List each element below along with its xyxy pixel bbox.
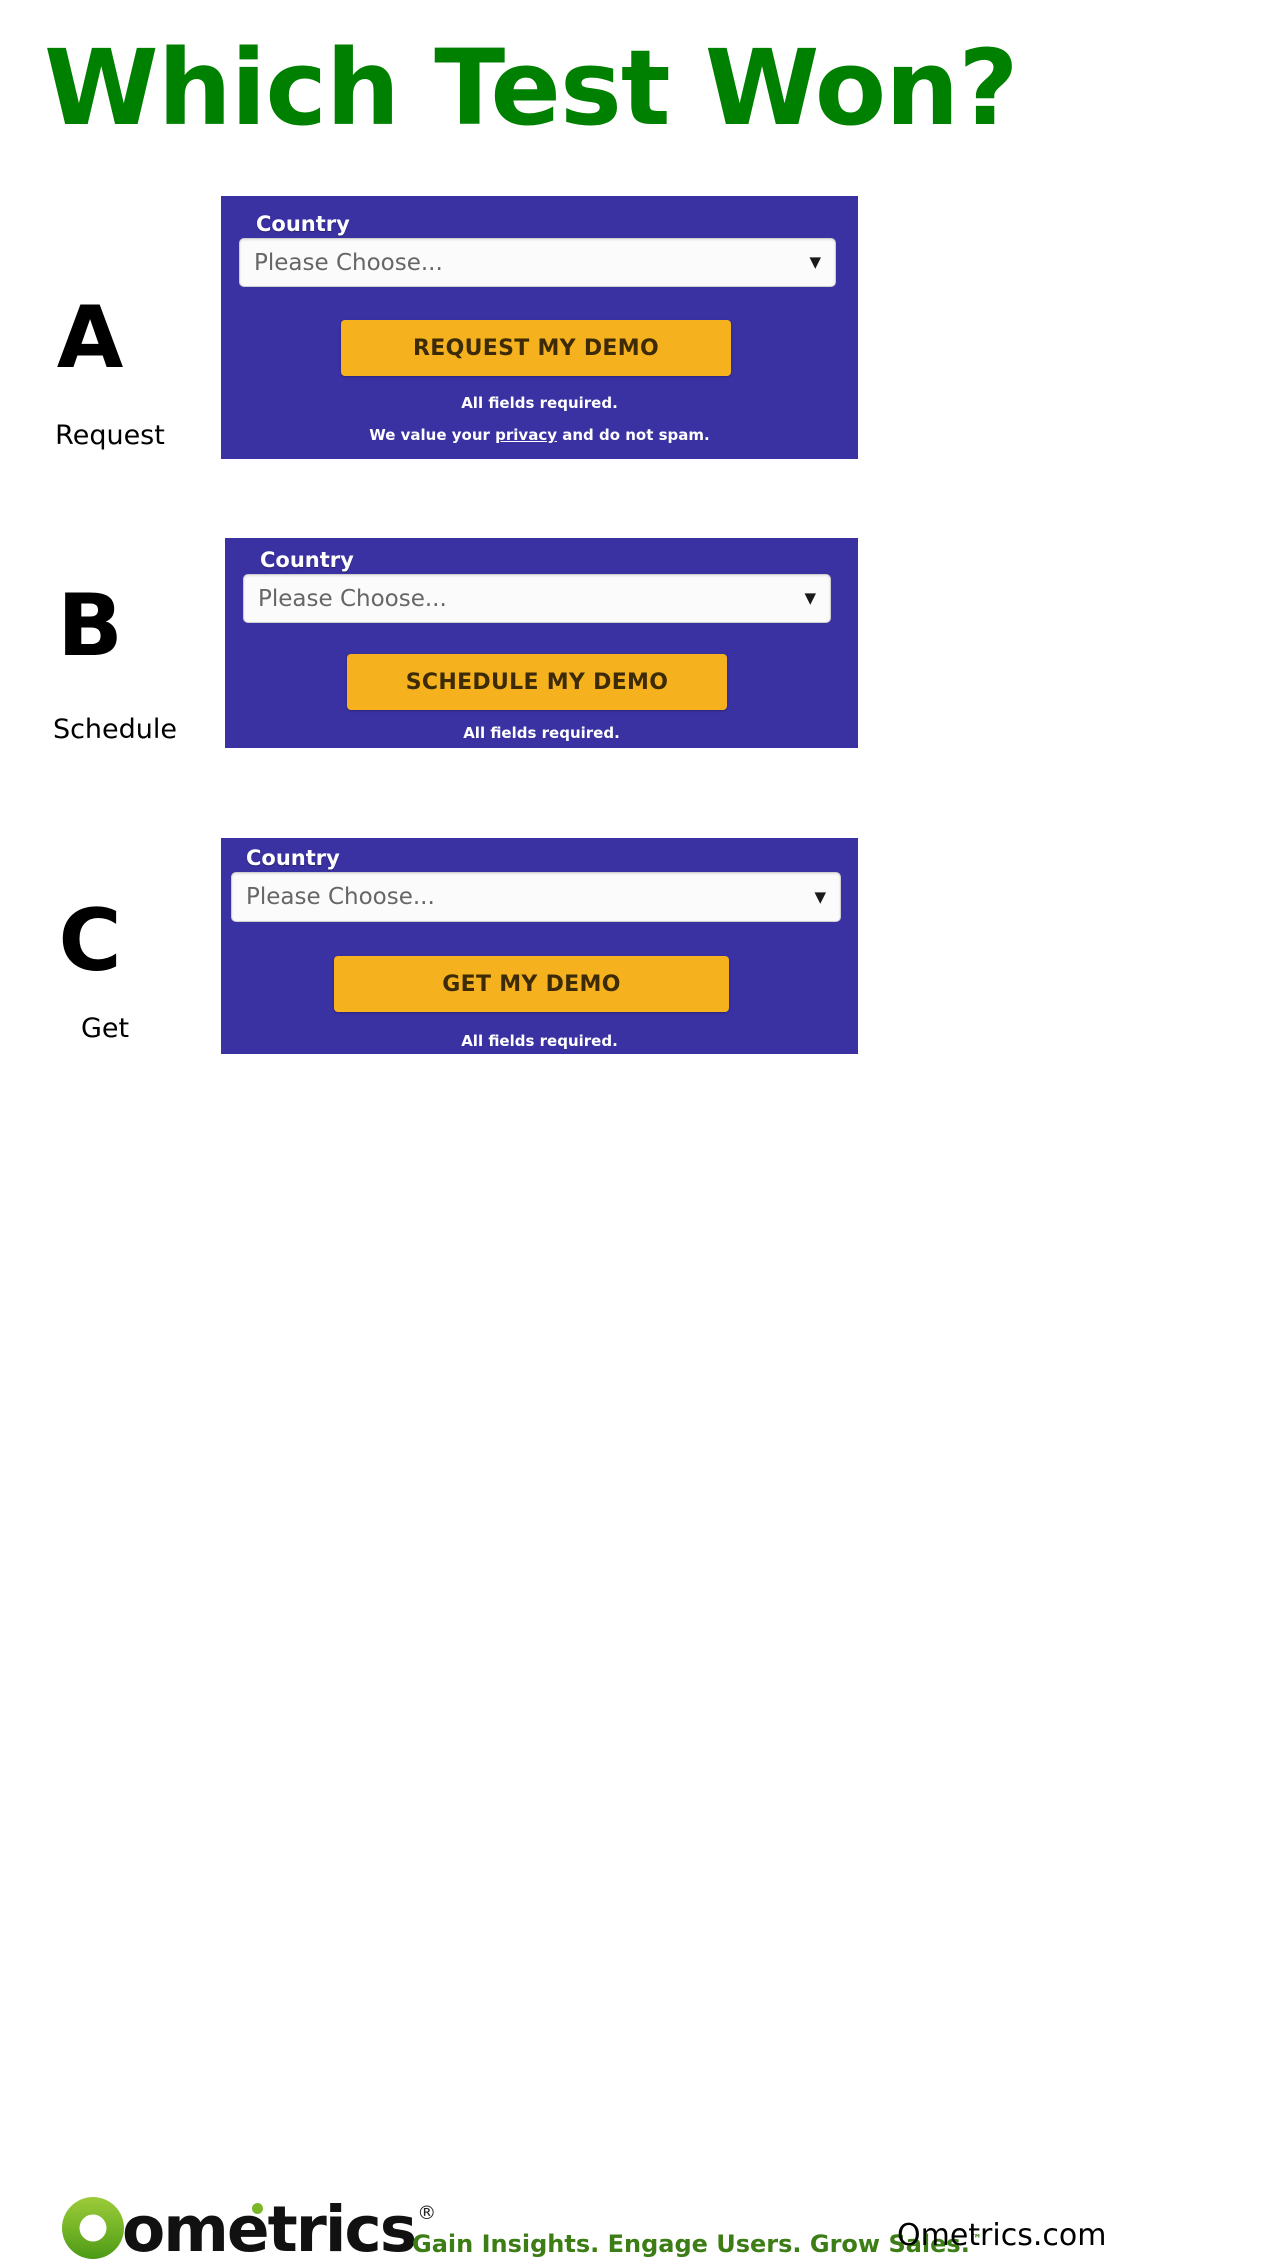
privacy-note-prefix: We value your (369, 426, 496, 444)
ometrics-logo: ometrics ® (62, 2190, 436, 2266)
ometrics-logo-text: ometrics (122, 2198, 417, 2261)
get-my-demo-button[interactable]: GET MY DEMO (334, 956, 729, 1012)
request-my-demo-button[interactable]: REQUEST MY DEMO (341, 320, 731, 376)
chevron-down-icon: ▼ (809, 253, 821, 271)
country-select-value: Please Choose... (246, 884, 435, 910)
ometrics-o-ring-icon (62, 2197, 124, 2259)
variant-b-required-note: All fields required. (463, 724, 620, 742)
ometrics-logo-word: ometrics (122, 2193, 417, 2266)
country-select-value: Please Choose... (258, 585, 447, 612)
privacy-link[interactable]: privacy (495, 426, 557, 444)
footer: ometrics ® Gain Insights. Engage Users. … (0, 1090, 1280, 2261)
variant-c-required-note: All fields required. (461, 1032, 618, 1050)
registered-trademark-icon: ® (417, 2202, 437, 2224)
country-select[interactable]: Please Choose... ▼ (231, 872, 841, 922)
variant-b-form-card: Country Please Choose... ▼ SCHEDULE MY D… (225, 538, 858, 748)
variant-a-required-note: All fields required. (461, 394, 618, 412)
privacy-note-suffix: and do not spam. (557, 426, 710, 444)
variant-a-letter: A (56, 288, 124, 388)
country-label: Country (246, 846, 340, 870)
chevron-down-icon: ▼ (814, 887, 826, 906)
tagline-text: Gain Insights. Engage Users. Grow Sales. (412, 2230, 970, 2258)
chevron-down-icon: ▼ (804, 589, 816, 607)
page-title: Which Test Won? (44, 27, 1019, 149)
variant-a-word: Request (55, 420, 165, 451)
country-select-value: Please Choose... (254, 249, 443, 276)
country-label: Country (256, 212, 350, 236)
variant-c-letter: C (58, 891, 122, 991)
site-url: Ometrics.com (897, 2218, 1107, 2253)
variant-b-word: Schedule (52, 714, 178, 745)
variant-a-privacy-note: We value your privacy and do not spam. (221, 428, 858, 443)
country-label: Country (260, 548, 354, 572)
schedule-my-demo-button[interactable]: SCHEDULE MY DEMO (347, 654, 727, 710)
variant-b-letter: B (57, 576, 123, 676)
country-select[interactable]: Please Choose... ▼ (243, 574, 831, 623)
variant-c-form-card: Country Please Choose... ▼ GET MY DEMO A… (221, 838, 858, 1054)
variant-c-word: Get (80, 1013, 130, 1044)
ometrics-i-dot-icon (252, 2203, 263, 2214)
variant-a-form-card: Country Please Choose... ▼ REQUEST MY DE… (221, 196, 858, 459)
country-select[interactable]: Please Choose... ▼ (239, 238, 836, 287)
